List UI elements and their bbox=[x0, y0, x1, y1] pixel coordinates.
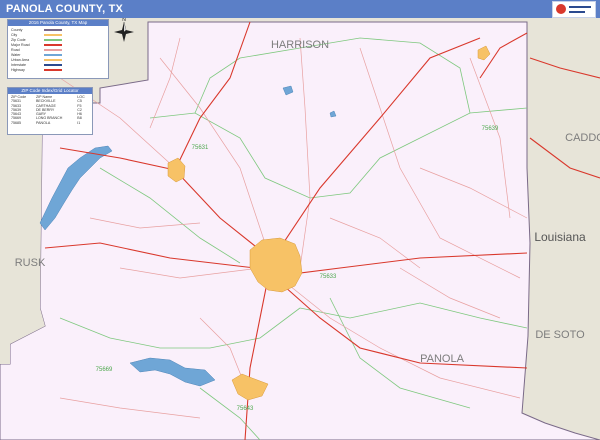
zip-label: 75643 bbox=[237, 406, 254, 412]
zip-name-cell: PANOLA bbox=[35, 120, 51, 125]
map-frame: PANOLA COUNTY, TX HARRISON CADD Louisian… bbox=[0, 0, 600, 440]
logo-bar bbox=[569, 6, 591, 8]
compass-north-label: N bbox=[122, 18, 126, 23]
title-bar: PANOLA COUNTY, TX bbox=[0, 0, 600, 18]
legend-row: Water bbox=[11, 53, 21, 57]
state-label-louisiana: Louisiana bbox=[534, 230, 586, 244]
legend-row: City bbox=[11, 33, 18, 37]
logo-mark-icon bbox=[556, 4, 566, 14]
zip-label: 75633 bbox=[320, 274, 337, 280]
legend-swatch bbox=[44, 69, 62, 71]
zip-label: 75669 bbox=[96, 367, 113, 373]
county-map[interactable]: HARRISON CADDO Louisiana RUSK DE SOTO PA… bbox=[0, 18, 600, 440]
county-label-harrison: HARRISON bbox=[271, 39, 329, 51]
legend-swatch bbox=[44, 29, 62, 31]
publisher-logo bbox=[552, 1, 596, 18]
zip-index-table: ZIP Code Index/Grid Locator ZIP Code ZIP… bbox=[7, 87, 93, 135]
county-label-panola: PANOLA bbox=[420, 353, 464, 365]
county-label-caddo: CADDO bbox=[565, 132, 600, 144]
map-legend: 2016 Panola County, TX Map County City Z… bbox=[7, 19, 109, 79]
county-label-rusk: RUSK bbox=[15, 257, 46, 269]
legend-swatch bbox=[44, 44, 62, 46]
legend-row: Interstate bbox=[11, 63, 26, 67]
legend-swatch bbox=[44, 54, 62, 56]
legend-title: 2016 Panola County, TX Map bbox=[8, 20, 108, 26]
legend-swatch bbox=[44, 39, 62, 41]
logo-bar-2 bbox=[569, 11, 585, 13]
legend-swatch bbox=[44, 64, 62, 66]
zip-label: 75639 bbox=[482, 126, 499, 132]
legend-row: Road bbox=[11, 48, 20, 52]
legend-row: Urban Area bbox=[11, 58, 30, 62]
table-row: 75685 PANOLA I1 bbox=[10, 121, 90, 125]
zip-label: 75631 bbox=[192, 145, 209, 151]
legend-swatch bbox=[44, 49, 62, 51]
legend-row: Highway bbox=[11, 68, 25, 72]
legend-swatch bbox=[44, 34, 62, 36]
zip-index-title: ZIP Code Index/Grid Locator bbox=[8, 88, 92, 94]
zip-table: ZIP Code ZIP Name LOC 75631 BECKVILLE C5… bbox=[10, 95, 90, 125]
zip-cell: 75685 bbox=[11, 120, 21, 125]
zip-loc-cell: I1 bbox=[77, 120, 81, 125]
legend-row: County bbox=[11, 28, 23, 32]
rusk-area bbox=[0, 118, 45, 364]
legend-row: Zip Code bbox=[11, 38, 26, 42]
legend-swatch bbox=[44, 59, 62, 61]
legend-row: Major Road bbox=[11, 43, 30, 47]
county-label-desoto: DE SOTO bbox=[535, 329, 585, 341]
map-title: PANOLA COUNTY, TX bbox=[6, 3, 124, 15]
